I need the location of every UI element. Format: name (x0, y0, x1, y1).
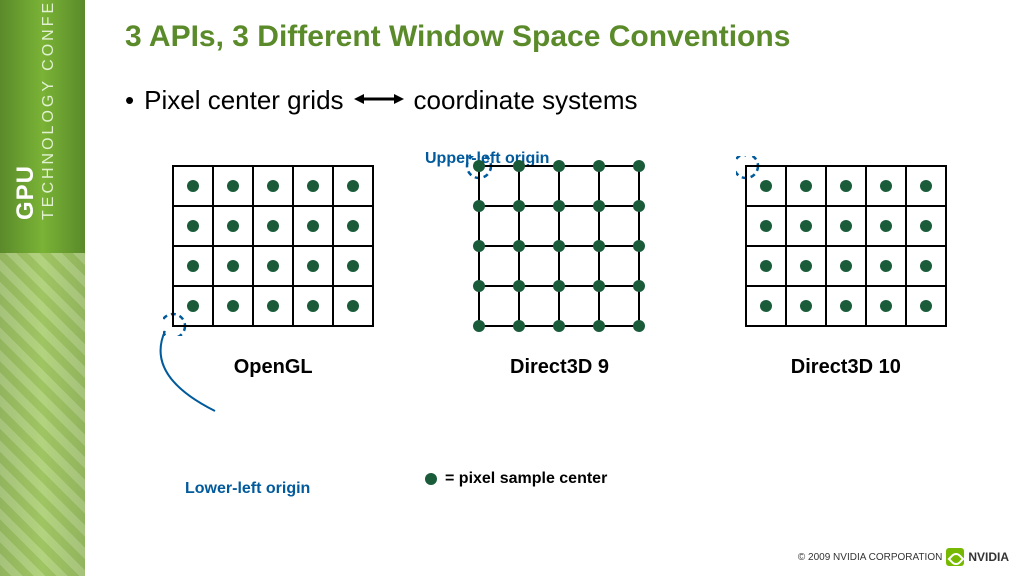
footer: © 2009 NVIDIA CORPORATION NVIDIA (798, 548, 1009, 566)
sidebar-main: GPU (12, 165, 39, 220)
slide-title: 3 APIs, 3 Different Window Space Convent… (125, 20, 994, 54)
bullet-text-left: Pixel center grids (144, 85, 343, 116)
legend: = pixel sample center (425, 470, 607, 488)
bullet-text-right: coordinate systems (414, 85, 638, 116)
legend-text: = pixel sample center (445, 470, 607, 488)
copyright: © 2009 NVIDIA CORPORATION (798, 552, 942, 563)
d3d10-label: Direct3D 10 (791, 356, 901, 379)
nvidia-eye-icon (946, 548, 964, 566)
legend-dot-icon (425, 473, 437, 485)
sidebar-label: GPU TECHNOLOGY CONFERENCE (12, 0, 58, 220)
bullet-dot: • (125, 85, 134, 116)
d3d10-grid-block: Direct3D 10 (736, 156, 956, 379)
bullet-line: • Pixel center grids coordinate systems (125, 84, 994, 116)
double-arrow-icon (354, 84, 404, 116)
opengl-label: OpenGL (234, 356, 313, 379)
nvidia-logo-text: NVIDIA (968, 550, 1009, 564)
slide-content: 3 APIs, 3 Different Window Space Convent… (95, 0, 1024, 576)
grids-row: OpenGL (125, 156, 994, 379)
sidebar-sub: TECHNOLOGY CONFERENCE (40, 0, 58, 220)
d3d9-grid-block: Direct3D 9 (459, 156, 659, 379)
d3d10-grid (736, 156, 956, 336)
sidebar-decoration (0, 253, 85, 576)
lower-left-origin-label: Lower-left origin (185, 480, 310, 498)
opengl-grid-block: OpenGL (163, 156, 383, 379)
sidebar: GPU TECHNOLOGY CONFERENCE (0, 0, 85, 576)
d3d9-label: Direct3D 9 (510, 356, 609, 379)
d3d9-grid (459, 156, 659, 336)
opengl-grid (163, 156, 383, 336)
